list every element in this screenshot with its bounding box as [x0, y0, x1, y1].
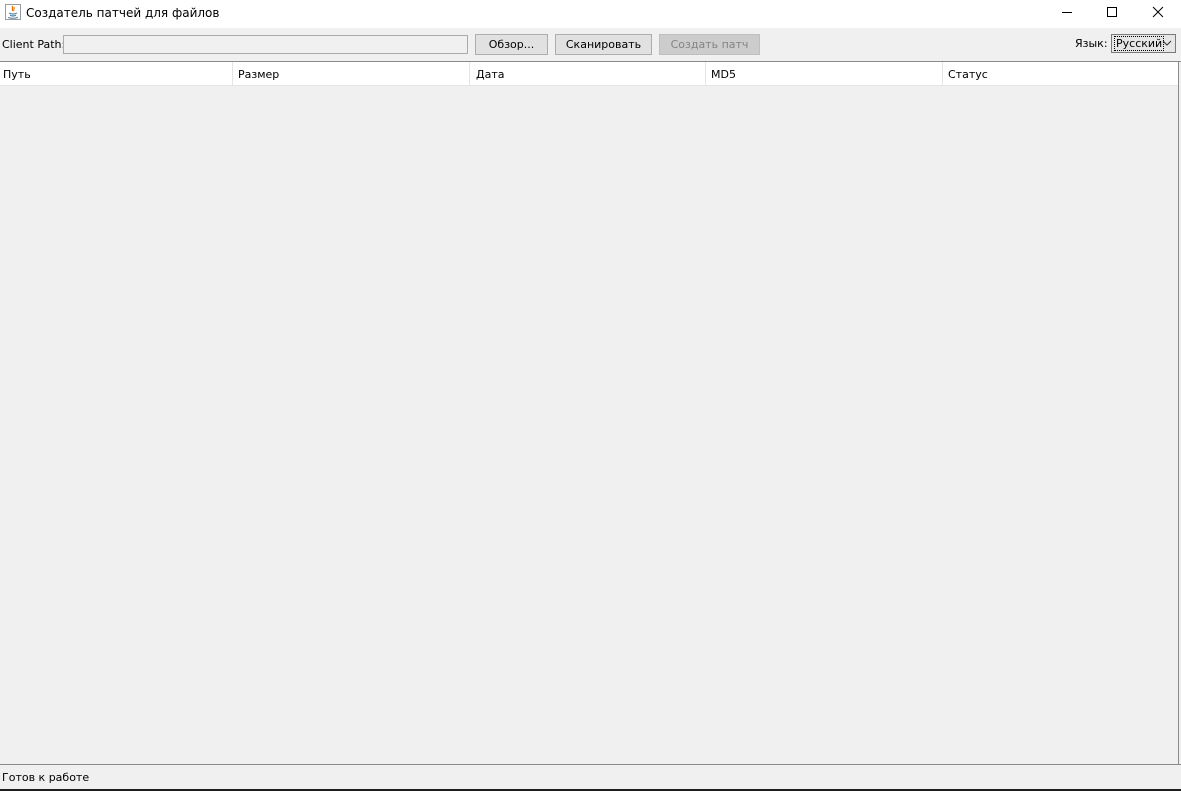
file-table: Путь Размер Дата MD5 Статус — [0, 61, 1181, 765]
close-button[interactable] — [1135, 0, 1181, 25]
maximize-button[interactable] — [1089, 0, 1135, 25]
maximize-icon — [1107, 7, 1117, 17]
app-window: Создатель патчей для файлов Client Path:… — [0, 0, 1181, 791]
table-header: Путь Размер Дата MD5 Статус — [0, 62, 1178, 86]
minimize-button[interactable] — [1044, 0, 1090, 25]
title-bar: Создатель патчей для файлов — [0, 0, 1181, 28]
language-select[interactable]: Русский — [1111, 34, 1176, 53]
status-bar: Готов к работе — [0, 765, 1181, 789]
column-header-size[interactable]: Размер — [233, 62, 470, 86]
client-path-label: Client Path: — [2, 38, 66, 51]
window-title: Создатель патчей для файлов — [26, 6, 220, 20]
column-header-status[interactable]: Статус — [943, 62, 1178, 86]
client-path-input[interactable] — [63, 35, 468, 54]
table-body[interactable] — [0, 86, 1178, 764]
language-selected-value: Русский — [1114, 36, 1165, 51]
toolbar: Client Path: Обзор... Сканировать Создат… — [0, 28, 1181, 61]
chevron-down-icon — [1162, 40, 1172, 46]
status-text: Готов к работе — [2, 771, 90, 784]
column-header-date[interactable]: Дата — [470, 62, 706, 86]
browse-button[interactable]: Обзор... — [475, 34, 548, 55]
scan-button[interactable]: Сканировать — [555, 34, 652, 55]
column-header-path[interactable]: Путь — [0, 62, 233, 86]
create-patch-button: Создать патч — [659, 34, 760, 55]
minimize-icon — [1062, 12, 1072, 13]
language-label: Язык: — [1075, 37, 1108, 50]
table-right-border — [1178, 62, 1179, 764]
java-icon — [5, 4, 21, 20]
column-header-md5[interactable]: MD5 — [706, 62, 943, 86]
close-icon — [1152, 6, 1164, 18]
